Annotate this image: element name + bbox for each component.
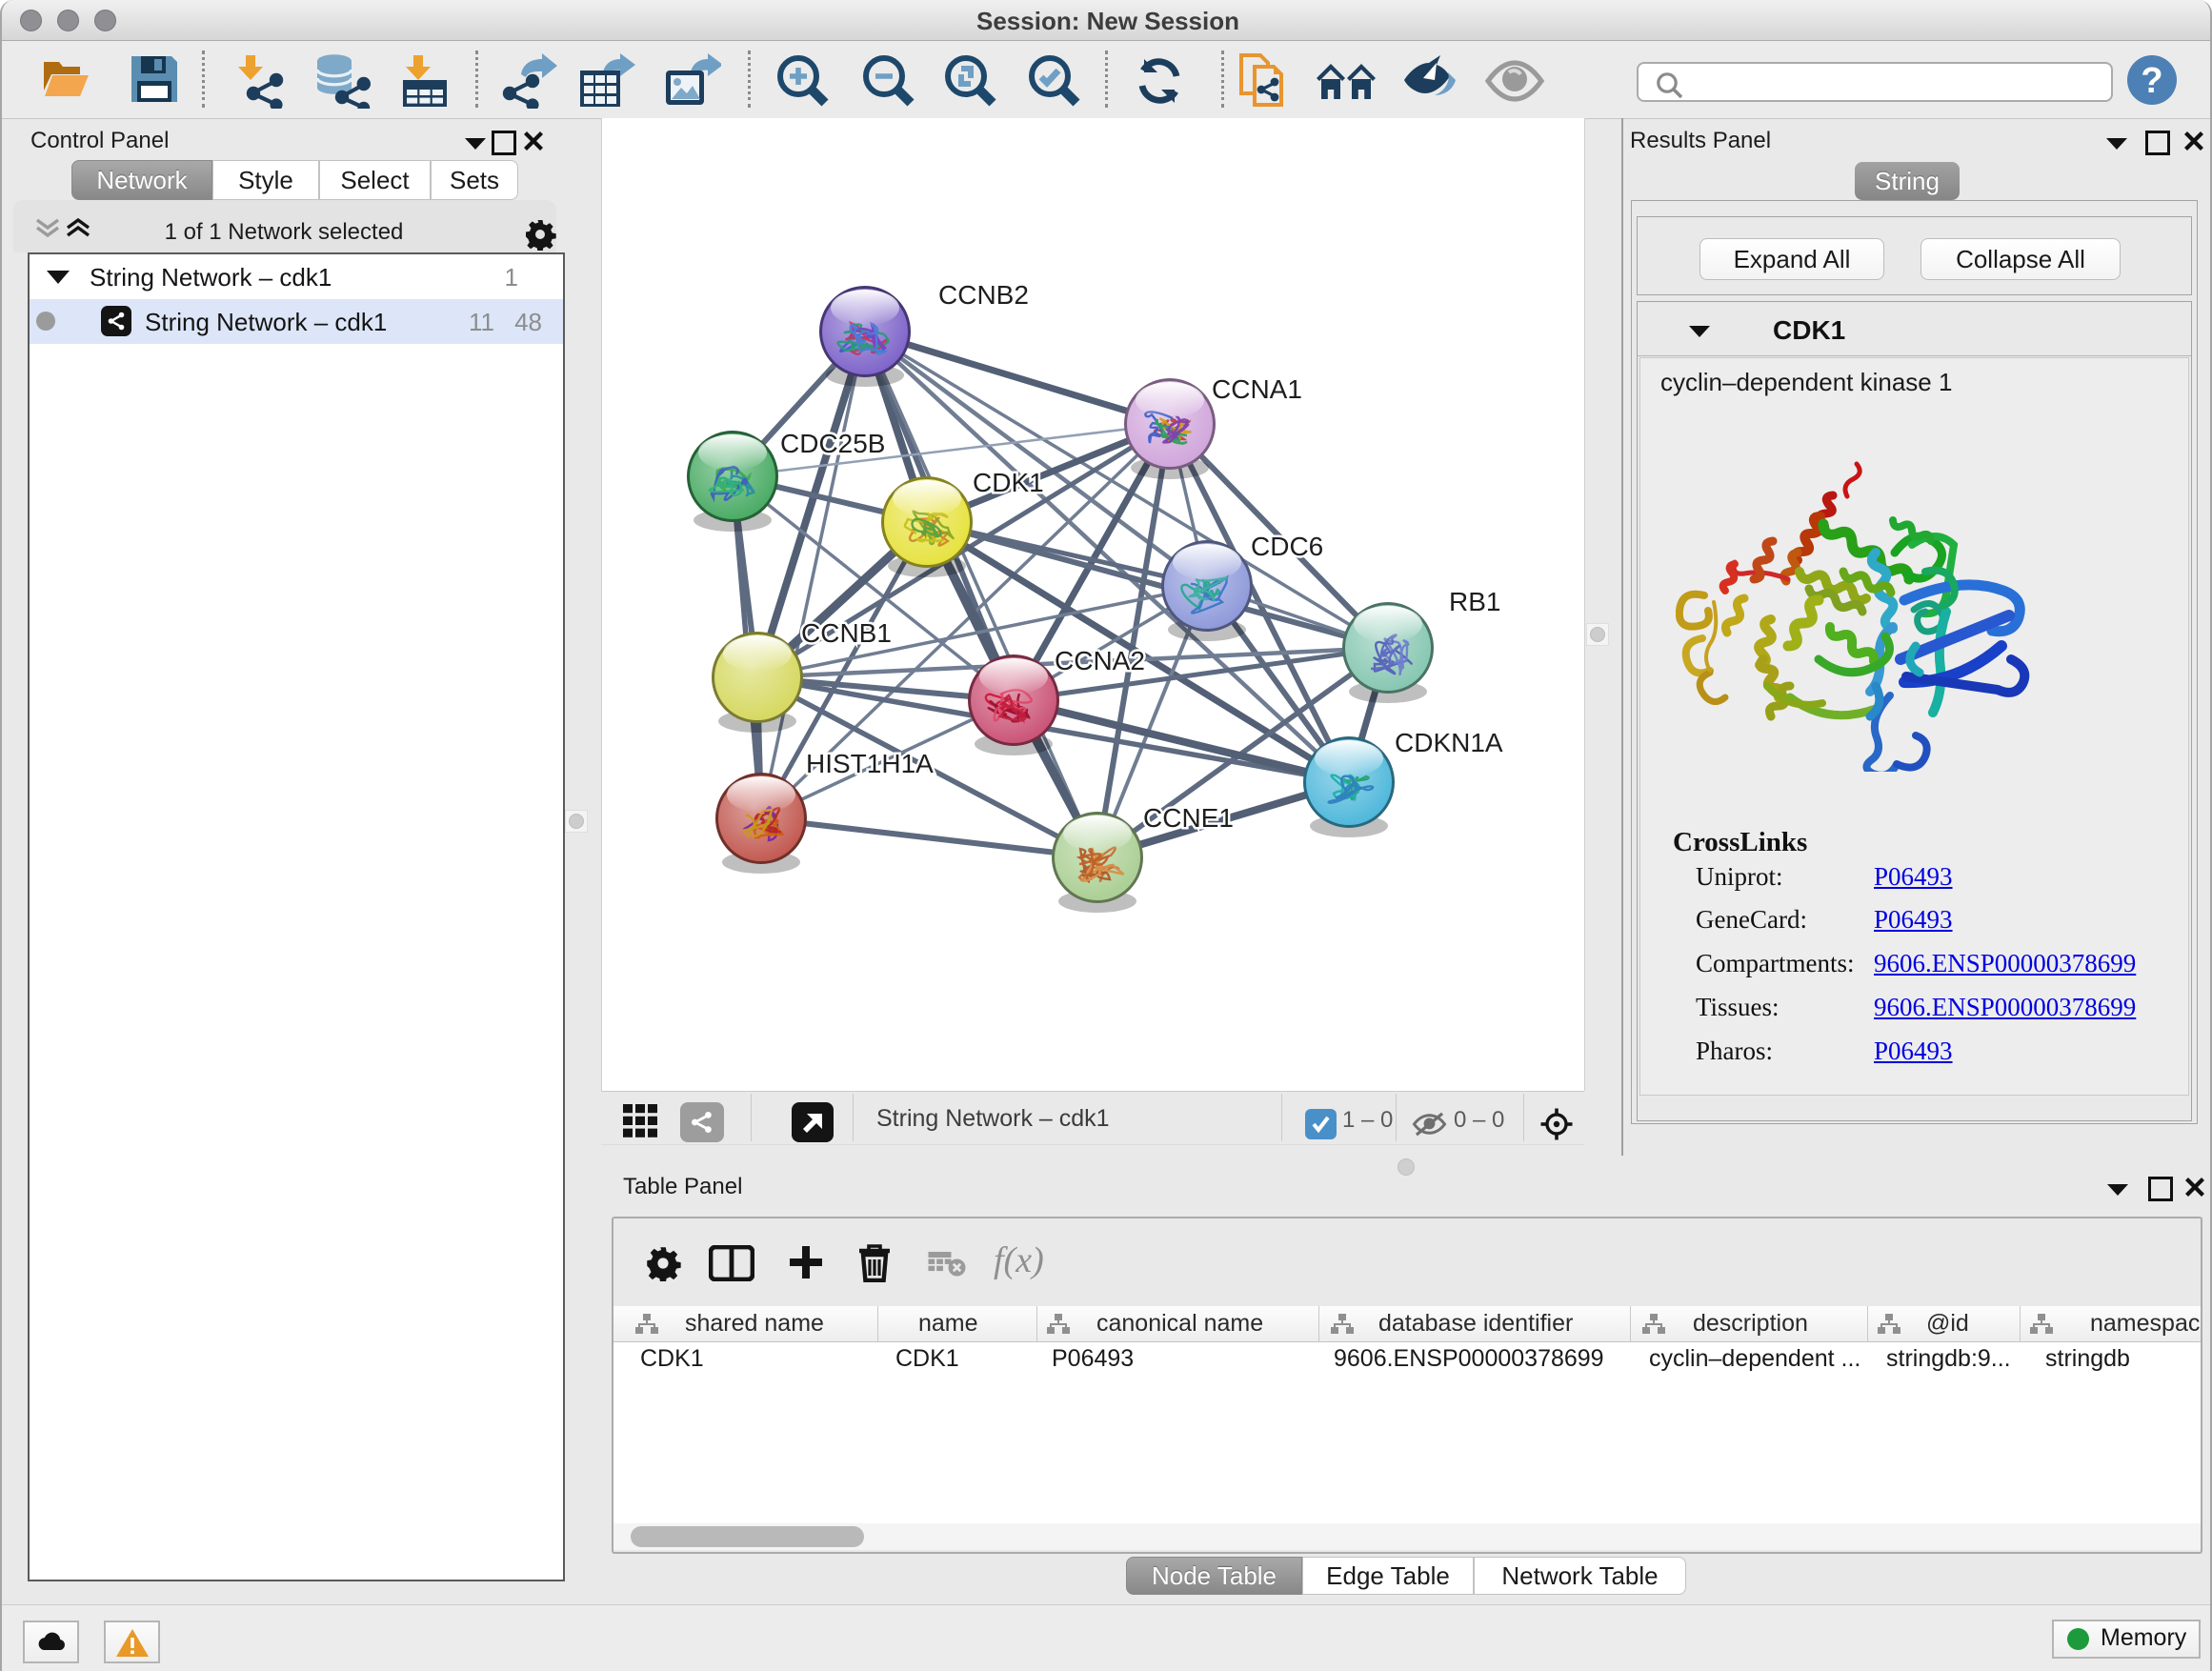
svg-text:CDK1: CDK1 bbox=[973, 468, 1044, 497]
svg-text:CDC6: CDC6 bbox=[1251, 532, 1323, 561]
svg-text:RB1: RB1 bbox=[1449, 587, 1500, 616]
svg-text:CDC25B: CDC25B bbox=[780, 429, 885, 458]
svg-text:CCNA1: CCNA1 bbox=[1212, 374, 1302, 404]
svg-text:HIST1H1A: HIST1H1A bbox=[806, 749, 934, 778]
svg-text:CCNE1: CCNE1 bbox=[1143, 803, 1234, 833]
svg-text:CCNA2: CCNA2 bbox=[1055, 646, 1145, 675]
svg-text:CCNB1: CCNB1 bbox=[801, 618, 892, 648]
svg-text:CCNB2: CCNB2 bbox=[938, 280, 1029, 310]
svg-text:CDKN1A: CDKN1A bbox=[1395, 728, 1503, 757]
